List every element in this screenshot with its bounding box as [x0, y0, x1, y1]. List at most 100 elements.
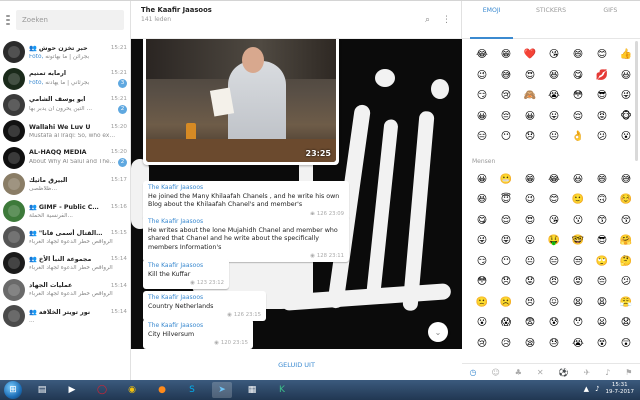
emoji-cell[interactable]: 😡 [566, 272, 590, 293]
emoji-cell[interactable]: 😔 [494, 107, 518, 128]
video-message[interactable]: 23:25 [143, 39, 339, 165]
media-icon[interactable]: ▶ [62, 382, 82, 398]
emoji-cell[interactable]: 😳 [470, 272, 494, 293]
emoji-cell[interactable]: ☺️ [614, 190, 638, 211]
emoji-cell[interactable]: 😐 [542, 127, 566, 148]
search-input[interactable] [16, 10, 124, 30]
emoji-cell[interactable]: 😫 [566, 293, 590, 314]
flag-icon[interactable]: ⚑ [625, 368, 632, 377]
emoji-cell[interactable]: 😩 [590, 293, 614, 314]
emoji-cell[interactable]: 😞 [494, 272, 518, 293]
emoji-cell[interactable]: 😅 [494, 66, 518, 87]
kaspersky-icon[interactable]: K [272, 382, 292, 398]
emoji-cell[interactable]: 😓 [542, 334, 566, 355]
emoji-cell[interactable]: 😂 [542, 170, 566, 191]
emoji-cell[interactable]: 😒 [566, 252, 590, 273]
emoji-cell[interactable]: 😏 [470, 252, 494, 273]
message-bubble[interactable]: The Kaafir Jaasoos Country Netherlands ◉ 12… [143, 291, 266, 322]
emoji-cell[interactable]: 🙂 [566, 190, 590, 211]
search-icon[interactable]: ⌕ [425, 16, 430, 25]
emoji-cell[interactable]: 😙 [590, 211, 614, 232]
emoji-cell[interactable]: 🙄 [590, 252, 614, 273]
opera-icon[interactable]: ◯ [92, 382, 112, 398]
emoji-cell[interactable]: 😍 [518, 211, 542, 232]
emoji-cell[interactable]: 🙁 [470, 293, 494, 314]
emoji-cell[interactable]: 😰 [542, 313, 566, 334]
emoji-cell[interactable]: 😥 [494, 334, 518, 355]
emoji-cell[interactable]: 😏 [470, 86, 494, 107]
explorer-icon[interactable]: ▤ [32, 382, 52, 398]
emoji-cell[interactable]: 😉 [470, 66, 494, 87]
emoji-cell[interactable]: 😆 [542, 66, 566, 87]
emoji-cell[interactable]: 😨 [518, 313, 542, 334]
emoji-cell[interactable]: 😌 [566, 107, 590, 128]
network-icon[interactable]: ▲ [584, 385, 589, 393]
emoji-cell[interactable]: 😋 [470, 211, 494, 232]
emoji-cell[interactable]: 😀 [470, 107, 494, 128]
video-thumbnail[interactable]: 23:25 [146, 39, 336, 162]
emoji-cell[interactable]: 😛 [542, 107, 566, 128]
telegram-icon[interactable]: ➤ [212, 382, 232, 398]
message-area[interactable]: 23:25 The Kaafir Jaasoos He joined the Ma… [131, 39, 462, 349]
emoji-cell[interactable]: 😶 [494, 252, 518, 273]
chat-item[interactable]: ارمابه تمنيم 15:21 Foto, بجرثاني | ما يهاد… [0, 65, 130, 91]
emoji-cell[interactable]: 🤓 [566, 231, 590, 252]
emoji-cell[interactable]: 😇 [494, 190, 518, 211]
emoji-cell[interactable]: 😔 [590, 272, 614, 293]
chat-item[interactable]: 👥 "والقتال أسمى فانا" 15:15 الرواقص خطر الد… [0, 224, 130, 250]
emoji-cell[interactable]: 😁 [518, 170, 542, 191]
emoji-cell[interactable]: 😬 [494, 170, 518, 191]
emoji-cell[interactable]: 😊 [590, 45, 614, 66]
emoji-cell[interactable]: 😘 [542, 211, 566, 232]
emoji-cell[interactable]: 😂 [470, 45, 494, 66]
emoji-cell[interactable]: 👌 [566, 127, 590, 148]
start-button[interactable]: ⊞ [4, 381, 22, 399]
food-icon[interactable]: ✕ [537, 368, 544, 377]
chat-item[interactable]: AL-HAQQ MEDIA 15:20 About Why Al Salul and… [0, 145, 130, 171]
emoji-cell[interactable]: 😵 [590, 334, 614, 355]
bell-icon[interactable]: ♪ [605, 368, 610, 377]
chrome-icon[interactable]: ◉ [122, 382, 142, 398]
smile-icon[interactable]: ☺ [491, 368, 499, 377]
emoji-cell[interactable]: 😎 [590, 86, 614, 107]
emoji-cell[interactable]: ❤️ [518, 45, 542, 66]
emoji-cell[interactable]: 🤗 [614, 231, 638, 252]
chat-item[interactable]: 👥 مجموعة النبأ الأخ 15:14 الرواقص خطر الدعو… [0, 250, 130, 276]
files-icon[interactable]: ▦ [242, 382, 262, 398]
tab-stickers[interactable]: STICKERS [521, 1, 580, 38]
emoji-cell[interactable]: 😕 [590, 127, 614, 148]
chat-item[interactable]: البيرق ماثيك 15:17 ظلاظصى... [0, 171, 130, 197]
chat-item[interactable]: Wallahi We Luv U 15:20 Mustafa al Iraqi: S… [0, 118, 130, 144]
emoji-cell[interactable]: 😟 [518, 272, 542, 293]
emoji-cell[interactable]: 😗 [566, 211, 590, 232]
volume-icon[interactable]: ♪ [595, 385, 599, 393]
emoji-cell[interactable]: 😑 [542, 252, 566, 273]
emoji-cell[interactable]: 😀 [470, 170, 494, 191]
emoji-cell[interactable]: 🤔 [614, 252, 638, 273]
emoji-cell[interactable]: 😜 [470, 231, 494, 252]
tab-emoji[interactable]: EMOJI [462, 1, 521, 39]
emoji-cell[interactable]: 😶 [494, 127, 518, 148]
emoji-cell[interactable]: 🙃 [590, 190, 614, 211]
message-bubble[interactable]: The Kaafir Jaasoos Kill the Kuffar ◉ 123 23… [143, 259, 229, 290]
emoji-cell[interactable]: 😯 [566, 313, 590, 334]
emoji-cell[interactable]: 😪 [518, 334, 542, 355]
emoji-cell[interactable]: 😱 [494, 313, 518, 334]
emoji-cell[interactable]: 😤 [614, 293, 638, 314]
chat-item[interactable]: 👥 نور تويتر الخلافة 15:14... [0, 303, 130, 329]
emoji-cell[interactable]: 😀 [518, 107, 542, 128]
emoji-cell[interactable]: 😢 [470, 334, 494, 355]
emoji-cell[interactable]: 😮 [470, 313, 494, 334]
leaf-icon[interactable]: ♣ [515, 368, 522, 377]
emoji-cell[interactable]: 😝 [494, 231, 518, 252]
plane-icon[interactable]: ✈ [584, 368, 591, 377]
emoji-cell[interactable]: 😲 [614, 334, 638, 355]
emoji-cell[interactable]: 😆 [470, 190, 494, 211]
emoji-cell[interactable]: 😠 [542, 272, 566, 293]
emoji-cell[interactable]: 😍 [518, 66, 542, 87]
tab-gifs[interactable]: GIFS [581, 1, 640, 38]
emoji-cell[interactable]: 😎 [590, 231, 614, 252]
emoji-cell[interactable]: 🤑 [542, 231, 566, 252]
emoji-cell[interactable]: 😉 [518, 190, 542, 211]
emoji-cell[interactable]: ☹️ [494, 293, 518, 314]
